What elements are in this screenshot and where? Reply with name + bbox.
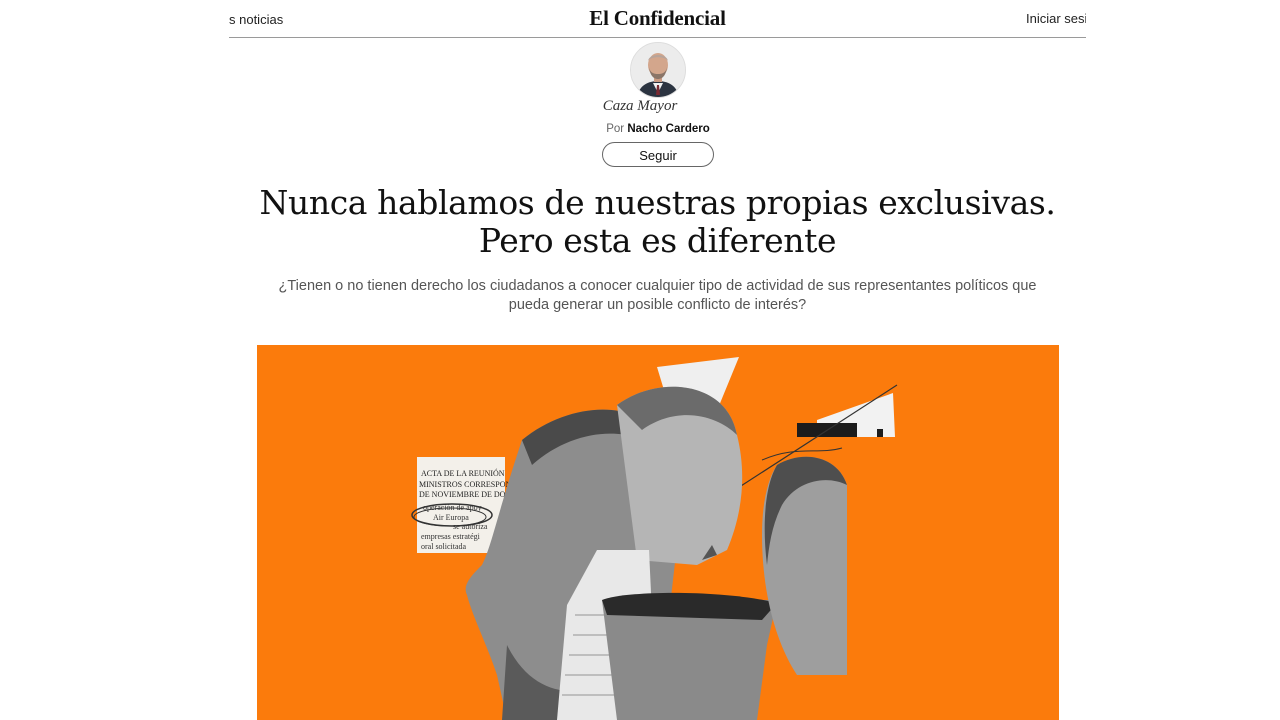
hero-image[interactable]: ACTA DE LA REUNIÓN MINISTROS CORRESPON D… (257, 345, 1059, 720)
author-photo (631, 43, 685, 97)
follow-button[interactable]: Seguir (602, 142, 714, 167)
article-subtitle: ¿Tienen o no tienen derecho los ciudadan… (229, 277, 1086, 315)
headline-line-1: Nunca hablamos de nuestras propias exclu… (259, 183, 1056, 222)
doc-line-1: ACTA DE LA REUNIÓN (421, 468, 505, 478)
doc-line-2: MINISTROS CORRESPON (419, 480, 511, 489)
hero-collage: ACTA DE LA REUNIÓN MINISTROS CORRESPON D… (257, 345, 1059, 720)
site-header: s noticias El Confidencial Iniciar sesi (229, 0, 1086, 38)
subtitle-line-2: pueda generar un posible conflicto de in… (508, 297, 807, 313)
subtitle-line-1: ¿Tienen o no tienen derecho los ciudadan… (278, 278, 1037, 294)
headline-line-2: Pero esta es diferente (478, 221, 837, 260)
site-logo[interactable]: El Confidencial (229, 6, 1086, 31)
author-avatar[interactable] (630, 42, 686, 98)
doc-line-5: Air Europa (433, 513, 469, 522)
portrait-man-cap (602, 592, 777, 720)
article-headline: Nunca hablamos de nuestras propias exclu… (229, 184, 1086, 260)
author-name[interactable]: Nacho Cardero (627, 123, 709, 135)
doc-line-3: DE NOVIEMBRE DE DOS (419, 490, 510, 499)
column-name[interactable]: Caza Mayor (0, 98, 1280, 115)
byline-prefix: Por (606, 123, 625, 135)
doc-line-8: oral solicitada (421, 542, 467, 551)
doc-line-7: empresas estratégi (421, 532, 481, 541)
login-link[interactable]: Iniciar sesi (1026, 11, 1086, 26)
portrait-woman-profile (617, 386, 743, 565)
byline: Por Nacho Cardero (0, 123, 1280, 135)
